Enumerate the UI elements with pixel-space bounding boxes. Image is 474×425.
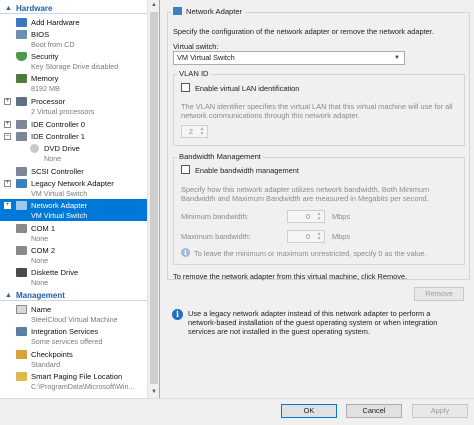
spinner-icon[interactable]: ▲ ▼: [315, 232, 323, 242]
tree-item-legacy-network-adapter[interactable]: + Legacy Network Adapter VM Virtual Swit…: [0, 177, 148, 199]
settings-tree-pane: ▲ Hardware Add Hardware BIOS Boot from C…: [0, 0, 160, 398]
enable-bandwidth-label[interactable]: Enable bandwidth management: [195, 166, 299, 175]
tree-item-add-hardware[interactable]: Add Hardware: [0, 16, 148, 28]
minimum-bandwidth-label: Minimum bandwidth:: [181, 212, 249, 221]
com-port-icon: [16, 246, 27, 255]
settings-tree: ▲ Hardware Add Hardware BIOS Boot from C…: [0, 0, 148, 398]
tree-item-checkpoints[interactable]: Checkpoints Standard: [0, 348, 148, 370]
collapse-icon[interactable]: –: [4, 133, 11, 140]
apply-button[interactable]: Apply: [412, 404, 468, 418]
maximum-bandwidth-unit: Mbps: [332, 232, 351, 241]
tree-item-scsi-controller[interactable]: SCSI Controller: [0, 165, 148, 177]
scrollbar-thumb[interactable]: [150, 12, 158, 384]
vlan-legend: VLAN ID: [177, 69, 211, 78]
scroll-up-icon[interactable]: ▲: [148, 0, 159, 11]
tree-item-bios[interactable]: BIOS Boot from CD: [0, 28, 148, 50]
name-icon: [16, 305, 27, 314]
tree-item-security[interactable]: Security Key Storage Drive disabled: [0, 50, 148, 72]
dialog-button-bar: OK Cancel Apply: [0, 398, 474, 425]
expand-icon[interactable]: +: [4, 98, 11, 105]
info-icon: i: [172, 309, 183, 320]
controller-icon: [16, 120, 27, 129]
enable-bandwidth-checkbox[interactable]: [181, 165, 190, 174]
bandwidth-help-text: Specify how this network adapter utilize…: [181, 185, 430, 203]
tree-item-network-adapter[interactable]: + Network Adapter VM Virtual Switch: [0, 199, 148, 221]
shield-icon: [16, 52, 27, 61]
tree-scrollbar[interactable]: ▲ ▼: [147, 0, 159, 398]
chip-icon: [16, 30, 27, 39]
virtual-switch-label: Virtual switch:: [173, 42, 219, 51]
group-legend: Network Adapter: [171, 7, 245, 16]
hardware-section-header[interactable]: ▲ Hardware: [0, 3, 148, 14]
vlan-id-input[interactable]: 2 ▲ ▼: [181, 125, 208, 138]
vlan-help-text: The VLAN identifier specifies the virtua…: [181, 102, 453, 120]
tree-item-memory[interactable]: Memory 8192 MB: [0, 72, 148, 94]
cancel-button[interactable]: Cancel: [346, 404, 402, 418]
spinner-icon[interactable]: ▲ ▼: [315, 212, 323, 222]
tree-item-com-1[interactable]: COM 1 None: [0, 222, 148, 244]
remove-instructions: To remove the network adapter from this …: [173, 272, 408, 281]
diskette-icon: [16, 268, 27, 277]
minimum-bandwidth-input[interactable]: 0 ▲ ▼: [287, 210, 325, 223]
chevron-up-icon: ▲: [5, 5, 12, 12]
minimum-bandwidth-unit: Mbps: [332, 212, 351, 221]
add-hardware-icon: [16, 18, 27, 27]
chevron-down-icon: ▼: [394, 55, 400, 61]
maximum-bandwidth-input[interactable]: 0 ▲ ▼: [287, 230, 325, 243]
description-text: Specify the configuration of the network…: [173, 27, 434, 36]
expand-icon[interactable]: +: [4, 202, 11, 209]
bandwidth-legend: Bandwidth Management: [177, 152, 263, 161]
enable-vlan-checkbox[interactable]: [181, 83, 190, 92]
tree-item-name[interactable]: Name SteelCloud Virtual Machine: [0, 303, 148, 325]
ok-button[interactable]: OK: [281, 404, 337, 418]
controller-icon: [16, 132, 27, 141]
spinner-icon[interactable]: ▲ ▼: [198, 127, 206, 137]
dvd-icon: [30, 144, 39, 153]
management-section-header[interactable]: ▲ Management: [0, 290, 148, 301]
unrestricted-note: To leave the minimum or maximum unrestri…: [194, 249, 427, 258]
network-adapter-icon: [173, 7, 182, 15]
folder-icon: [16, 372, 27, 381]
tree-item-ide-controller-1[interactable]: – IDE Controller 1: [0, 130, 148, 142]
tree-item-diskette-drive[interactable]: Diskette Drive None: [0, 266, 148, 288]
tree-item-com-2[interactable]: COM 2 None: [0, 244, 148, 266]
tree-item-processor[interactable]: + Processor 2 Virtual processors: [0, 95, 148, 117]
maximum-bandwidth-label: Maximum bandwidth:: [181, 232, 251, 241]
tree-item-integration-services[interactable]: Integration Services Some services offer…: [0, 325, 148, 347]
tree-item-smart-paging[interactable]: Smart Paging File Location C:\ProgramDat…: [0, 370, 148, 392]
virtual-switch-select[interactable]: VM Virtual Switch ▼: [173, 51, 405, 65]
remove-button[interactable]: Remove: [414, 287, 464, 301]
expand-icon[interactable]: +: [4, 121, 11, 128]
network-adapter-panel: Network Adapter Specify the configuratio…: [163, 0, 474, 398]
processor-icon: [16, 97, 27, 106]
legacy-adapter-info: Use a legacy network adapter instead of …: [188, 309, 438, 336]
com-port-icon: [16, 224, 27, 233]
checkpoint-icon: [16, 350, 27, 359]
enable-vlan-label[interactable]: Enable virtual LAN identification: [195, 84, 299, 93]
controller-icon: [16, 167, 27, 176]
tree-item-dvd-drive[interactable]: DVD Drive None: [0, 142, 148, 164]
integration-icon: [16, 327, 27, 336]
tree-item-ide-controller-0[interactable]: + IDE Controller 0: [0, 118, 148, 130]
chevron-up-icon: ▲: [5, 292, 12, 299]
info-icon: i: [181, 248, 190, 257]
memory-icon: [16, 74, 27, 83]
scroll-down-icon[interactable]: ▼: [148, 387, 159, 398]
network-adapter-icon: [16, 179, 27, 188]
expand-icon[interactable]: +: [4, 180, 11, 187]
network-adapter-icon: [16, 201, 27, 210]
